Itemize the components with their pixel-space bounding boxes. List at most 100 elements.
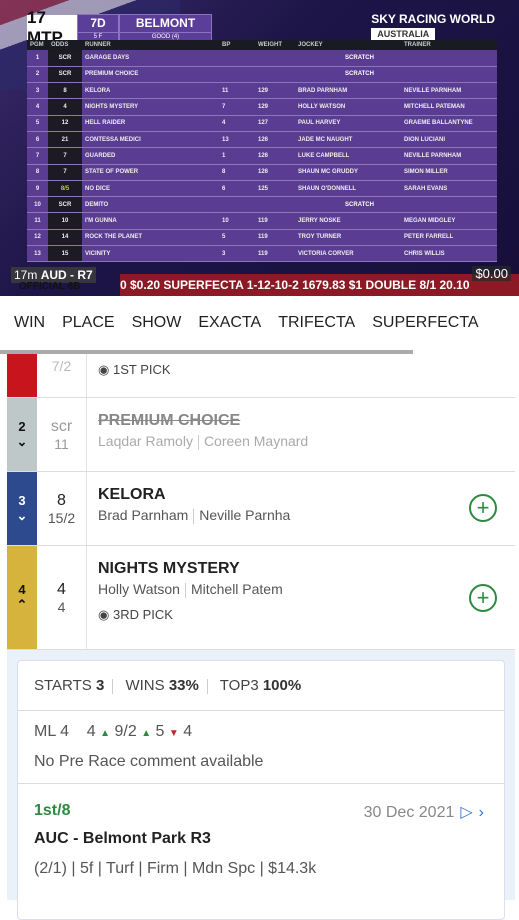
odds-move: 9/2 (114, 723, 137, 740)
trainer: Mitchell Patem (190, 581, 283, 597)
race-table-row: 2 SCR PREMIUM CHOICE SCRATCH (27, 66, 497, 84)
region: AUSTRALIA (371, 28, 436, 40)
column-header: JOCKEY (295, 40, 401, 50)
race-table-cell: GRAEME BALLANTYNE (401, 115, 497, 132)
trainer: Coreen Maynard (203, 433, 309, 449)
race-table-cell: MEGAN MIDGLEY (401, 212, 497, 230)
race-table-cell: 8 (48, 82, 82, 100)
chevron-down-icon[interactable]: ⌄ (17, 434, 28, 450)
race-table-cell: KELORA (82, 82, 219, 100)
race-table-cell: PREMIUM CHOICE (82, 66, 219, 84)
race-table-cell: TROY TURNER (295, 229, 401, 247)
race-table-cell: 2 (27, 66, 48, 84)
race-table-row: 4 4 NIGHTS MYSTERY 7 129 HOLLY WATSON MITCHELL… (27, 98, 497, 116)
race-table-cell: DION LUCIANI (401, 131, 497, 149)
race-table-cell: 126 (255, 147, 295, 165)
race-table-cell: 3 (27, 82, 48, 100)
arrow-up-icon: ▲ (100, 728, 111, 739)
mtp: 17 MTP (27, 8, 77, 47)
medal-icon: ◉ (98, 606, 110, 622)
tab-trifecta[interactable]: TRIFECTA (264, 304, 355, 346)
race-table-cell: SCR (48, 66, 82, 84)
race-table-cell: 10 (219, 212, 255, 230)
race-table-cell: 13 (27, 245, 48, 263)
logo-text: SKY RACING WORLD (371, 12, 495, 26)
race-table-cell: SARAH EVANS (401, 180, 497, 198)
race-table-cell: LUKE CAMPBELL (295, 147, 401, 165)
medal-icon: ◉ (98, 362, 110, 377)
ml-odds: 4 (57, 598, 66, 615)
jockey: Holly Watson (98, 581, 180, 597)
race-table-row: 7 7 GUARDED 1 126 LUKE CAMPBELL NEVILLE PARNHA… (27, 147, 497, 165)
race-table: PGM ODDS RUNNER BP WEIGHT JOCKEY TRAINER 1 SCR GA… (27, 40, 497, 263)
replay-icon[interactable]: ▷ (460, 804, 472, 821)
track: BELMONT (135, 16, 196, 30)
race-table-cell: SHAUN MC GRUDDY (295, 164, 401, 181)
tab-superfecta[interactable]: SUPERFECTA (358, 304, 478, 346)
runner-name: NIGHTS MYSTERY (98, 560, 240, 577)
saddle-cloth-1 (7, 354, 37, 397)
race-table-cell: VICINITY (82, 245, 219, 263)
runner-row-4[interactable]: 4 ⌃ 44 NIGHTS MYSTERY Holly Watson Mitchel… (7, 546, 515, 650)
past-race[interactable]: 1st/8 30 Dec 2021 ▷ › AUC - Belmont Park R… (18, 784, 504, 896)
race-table-cell: SCRATCH (219, 196, 497, 214)
race-table-cell: SCRATCH (219, 66, 497, 84)
race-table-row: 1 SCR GARAGE DAYS SCRATCH (27, 50, 497, 67)
tab-show[interactable]: SHOW (118, 304, 182, 346)
race-table-cell: 7 (48, 164, 82, 181)
column-header: BP (219, 40, 255, 50)
race-table-cell: 10 (48, 212, 82, 230)
jockey: Laqdar Ramoly (98, 433, 193, 449)
ml-odds: 15/2 (47, 509, 76, 526)
tab-place[interactable]: PLACE (48, 304, 114, 346)
add-selection-button[interactable]: + (469, 584, 497, 612)
race-table-cell: 8 (27, 164, 48, 181)
odds-value: 7/2 (51, 357, 72, 374)
race-table-cell: NO DICE (82, 180, 219, 198)
chevron-right-icon[interactable]: › (479, 804, 484, 821)
chevron-down-icon[interactable]: ⌄ (17, 508, 28, 524)
race-table-cell: GUARDED (82, 147, 219, 165)
race-table-row: 6 21 CONTESSA MEDICI 13 126 JADE MC NAUGHT DIO… (27, 131, 497, 149)
tab-exacta[interactable]: EXACTA (184, 304, 261, 346)
runner-row-3[interactable]: 3 ⌄ 8 15/2 KELORA Brad Parnham Neville Parn… (7, 472, 515, 546)
race-table-cell: 7 (219, 98, 255, 116)
race-table-cell: NEVILLE PARNHAM (401, 82, 497, 100)
arrow-up-icon: ▲ (141, 728, 152, 739)
race-table-cell: 9 (27, 180, 48, 198)
race-table-cell: 126 (255, 164, 295, 181)
wins-label: WINS (125, 677, 165, 694)
column-header: PGM (27, 40, 48, 50)
race-table-cell: SIMON MILLER (401, 164, 497, 181)
race-table-row: 12 14 ROCK THE PLANET 5 119 TROY TURNER PETER … (27, 229, 497, 247)
balance: $0.00 (472, 266, 511, 281)
race-table-cell: 3 (219, 245, 255, 263)
distance-code: 7D (90, 16, 106, 30)
race-table-cell: ROCK THE PLANET (82, 229, 219, 247)
race-table-cell: 14 (48, 229, 82, 247)
pick-label: 1ST PICK (112, 362, 171, 377)
past-race-name: AUC - Belmont Park R3 (34, 830, 211, 847)
chevron-up-icon[interactable]: ⌃ (17, 597, 28, 613)
runner-row-1[interactable]: 7/2 ◉ 1ST PICK (7, 354, 515, 398)
race-table-cell: STATE OF POWER (82, 164, 219, 181)
race-table-cell: 119 (255, 245, 295, 263)
runner-row-2[interactable]: 2 ⌄ scr 11 PREMIUM CHOICE Laqdar Ramoly Cor… (7, 398, 515, 472)
race-table-cell: HELL RAIDER (82, 115, 219, 132)
runner-number: 4 (18, 582, 26, 597)
race-table-cell: CONTESSA MEDICI (82, 131, 219, 149)
race-table-cell: SCRATCH (219, 50, 497, 67)
pick-badge: ◉ 3RD PICK (98, 607, 504, 623)
add-selection-button[interactable]: + (469, 494, 497, 522)
wins-value: 33% (168, 677, 199, 694)
race-table-cell: PETER FARRELL (401, 229, 497, 247)
top3-label: TOP3 (219, 677, 259, 694)
tab-win[interactable]: WIN (0, 304, 45, 346)
race-video[interactable]: 17 MTP 7D 5 F BELMONT GOOD (4) SKY RACING … (0, 0, 519, 296)
race-date: 30 Dec 2021 (363, 804, 455, 821)
past-race-details: (2/1) | 5f | Turf | Firm | Mdn Spc | $14… (34, 860, 317, 877)
odds-movement: ML 4 4 ▲ 9/2 ▲ 5 ▼ 4 No Pre Race comment… (18, 711, 504, 784)
race-table-cell: DEMITO (82, 196, 219, 214)
starts-label: STARTS (34, 677, 92, 694)
race-table-cell: 7 (27, 147, 48, 165)
